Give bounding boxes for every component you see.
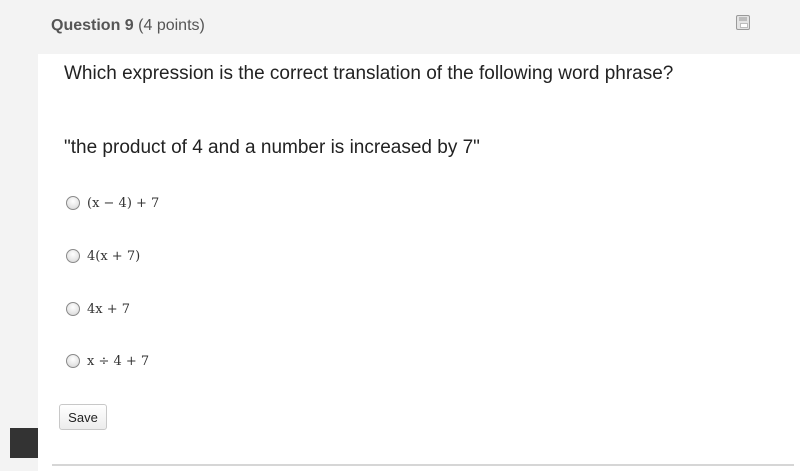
answer-option-1[interactable]: (x − 4) + 7 (66, 193, 159, 213)
answer-option-label: 4(x + 7) (87, 248, 141, 264)
answer-option-3[interactable]: 4x + 7 (66, 299, 130, 319)
word-phrase: "the product of 4 and a number is increa… (64, 137, 480, 158)
answer-option-label: 4x + 7 (87, 301, 131, 317)
question-prompt: Which expression is the correct translat… (64, 63, 674, 84)
dark-square-block (10, 428, 38, 458)
flag-label (740, 23, 748, 28)
radio-button[interactable] (66, 196, 80, 210)
save-button[interactable]: Save (59, 404, 107, 430)
answer-option-4[interactable]: x ÷ 4 + 7 (66, 351, 149, 371)
radio-button[interactable] (66, 302, 80, 316)
answer-option-2[interactable]: 4(x + 7) (66, 246, 140, 266)
question-number: Question 9 (51, 17, 134, 34)
left-gutter (0, 54, 38, 471)
flag-slot (739, 17, 747, 21)
question-title: Question 9 (4 points) (51, 17, 205, 35)
save-flag-icon[interactable] (736, 15, 750, 30)
divider (52, 464, 794, 466)
radio-button[interactable] (66, 354, 80, 368)
answer-option-label: (x − 4) + 7 (87, 195, 160, 211)
answer-option-label: x ÷ 4 + 7 (87, 353, 150, 369)
radio-button[interactable] (66, 249, 80, 263)
question-points: (4 points) (138, 17, 205, 34)
